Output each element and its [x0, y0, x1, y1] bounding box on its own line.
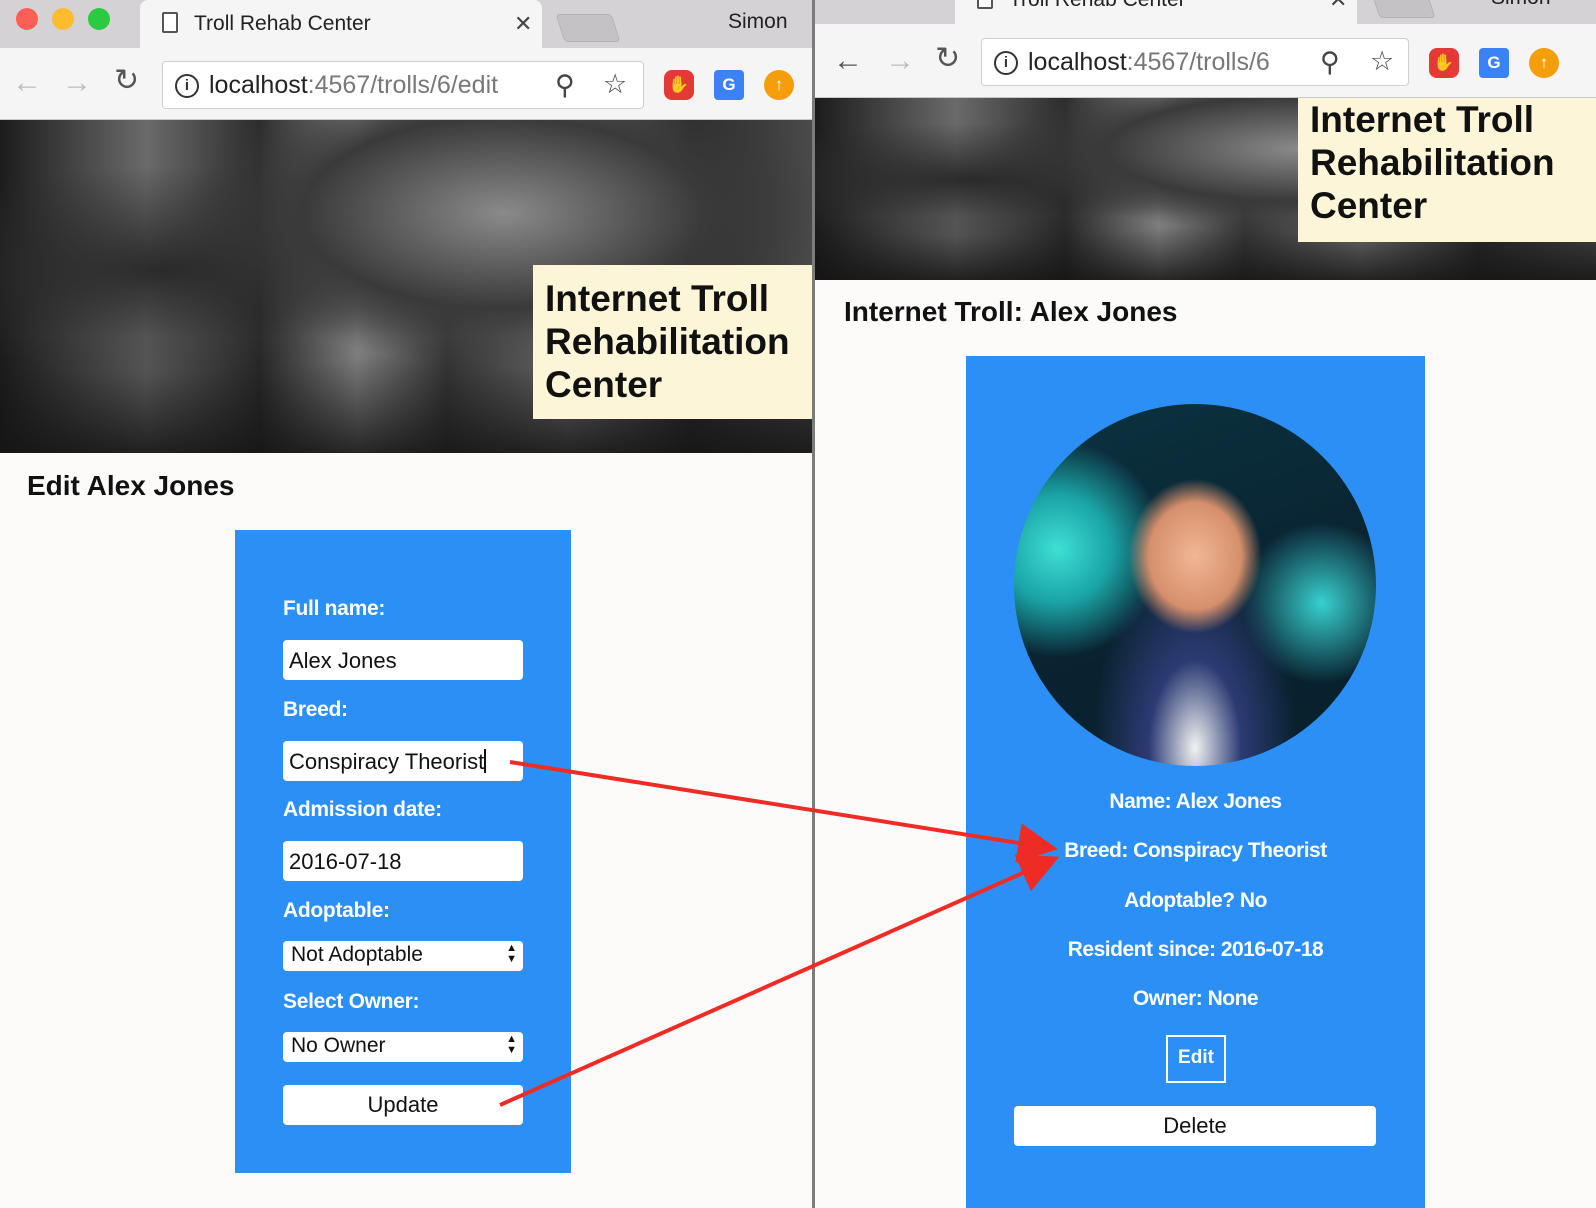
- adoptable-select[interactable]: Not Adoptable ▲ ▼: [283, 941, 523, 971]
- tab-title: Troll Rehab Center: [1009, 0, 1186, 12]
- name-line: Name: Alex Jones: [1109, 790, 1282, 813]
- adoptable-line: Adoptable? No: [1124, 889, 1267, 912]
- select-arrows-icon: ▲ ▼: [506, 942, 517, 965]
- url-text: localhost:4567/trolls/6/edit: [209, 71, 498, 100]
- site-info-icon[interactable]: i: [175, 74, 199, 98]
- page-title: Internet Troll: Alex Jones: [844, 296, 1178, 327]
- update-extension-icon[interactable]: ↑: [1529, 48, 1559, 78]
- tab-title: Troll Rehab Center: [194, 12, 371, 35]
- maximize-window-button[interactable]: [88, 8, 110, 30]
- zoom-icon[interactable]: ⚲: [555, 72, 575, 99]
- back-icon[interactable]: ←: [12, 68, 42, 98]
- resident-since-line: Resident since: 2016-07-18: [1067, 938, 1324, 961]
- tab-strip: Troll Rehab Center ✕ Simon: [815, 0, 1596, 24]
- address-bar[interactable]: i localhost:4567/trolls/6 ⚲ ☆: [981, 38, 1409, 86]
- url-host: localhost: [1028, 48, 1127, 76]
- admission-date-input[interactable]: 2016-07-18: [283, 841, 523, 881]
- new-tab-button[interactable]: [555, 14, 621, 42]
- minimize-window-button[interactable]: [52, 8, 74, 30]
- brand-line-1: Internet Troll: [1310, 99, 1535, 140]
- troll-detail-card: Name: Alex Jones Breed: Conspiracy Theor…: [966, 356, 1425, 1208]
- brand-line-2: Rehabilitation: [1310, 142, 1555, 183]
- owner-select-value: No Owner: [291, 1034, 386, 1057]
- new-tab-button[interactable]: [1370, 0, 1436, 18]
- adblock-extension-icon[interactable]: ✋: [1429, 48, 1459, 78]
- edit-form: Full name: Alex Jones Breed: Conspiracy …: [235, 530, 571, 1173]
- forward-icon[interactable]: →: [62, 68, 92, 98]
- page-title: Edit Alex Jones: [27, 470, 235, 501]
- edit-button[interactable]: Edit: [1166, 1035, 1226, 1083]
- brand-line-3: Center: [1310, 185, 1428, 226]
- tab-troll-rehab[interactable]: Troll Rehab Center ✕: [955, 0, 1357, 24]
- reload-icon[interactable]: ↻: [935, 44, 960, 74]
- full-name-input[interactable]: Alex Jones: [283, 640, 523, 680]
- delete-button[interactable]: Delete: [1014, 1106, 1376, 1146]
- address-bar[interactable]: i localhost:4567/trolls/6/edit ⚲ ☆: [162, 61, 644, 109]
- select-owner-label: Select Owner:: [283, 990, 420, 1013]
- tab-troll-rehab[interactable]: Troll Rehab Center ✕: [140, 0, 542, 48]
- url-path: :4567/trolls/6/edit: [307, 71, 499, 99]
- browser-toolbar: ← → ↻ i localhost:4567/trolls/6/edit ⚲ ☆…: [0, 48, 812, 120]
- breed-input[interactable]: Conspiracy Theorist: [283, 741, 523, 781]
- adblock-extension-icon[interactable]: ✋: [664, 70, 694, 100]
- brand-title: Internet Troll Rehabilitation Center: [1298, 98, 1596, 242]
- profile-name[interactable]: Simon: [1491, 0, 1551, 10]
- edit-window: Troll Rehab Center ✕ Simon ← → ↻ i local…: [0, 0, 812, 1208]
- owner-line: Owner: None: [1132, 987, 1259, 1010]
- brand-title: Internet Troll Rehabilitation Center: [533, 265, 812, 419]
- page-icon: [162, 12, 178, 33]
- admission-date-label: Admission date:: [283, 798, 442, 821]
- translate-extension-icon[interactable]: G: [1479, 48, 1509, 78]
- reload-icon[interactable]: ↻: [114, 66, 139, 96]
- forward-icon[interactable]: →: [885, 46, 915, 76]
- browser-toolbar: ← → ↻ i localhost:4567/trolls/6 ⚲ ☆ ✋ G …: [815, 24, 1596, 98]
- profile-name[interactable]: Simon: [728, 10, 788, 34]
- site-info-icon[interactable]: i: [994, 51, 1018, 75]
- page-icon: [977, 0, 993, 9]
- close-window-button[interactable]: [16, 8, 38, 30]
- url-path: :4567/trolls/6: [1126, 48, 1270, 76]
- adoptable-select-value: Not Adoptable: [291, 943, 423, 966]
- url-host: localhost: [209, 71, 308, 99]
- update-button[interactable]: Update: [283, 1085, 523, 1125]
- bookmark-star-icon[interactable]: ☆: [603, 71, 627, 98]
- show-window: Troll Rehab Center ✕ Simon ← → ↻ i local…: [815, 0, 1596, 1208]
- tab-strip: Troll Rehab Center ✕ Simon: [0, 0, 812, 48]
- brand-line-3: Center: [545, 364, 663, 405]
- select-arrows-icon: ▲ ▼: [506, 1033, 517, 1056]
- troll-avatar: [1014, 404, 1376, 766]
- breed-input-value: Conspiracy Theorist: [289, 749, 485, 774]
- translate-extension-icon[interactable]: G: [714, 70, 744, 100]
- owner-select[interactable]: No Owner ▲ ▼: [283, 1032, 523, 1062]
- text-cursor: [484, 749, 487, 773]
- tab-close-icon[interactable]: ✕: [1329, 0, 1347, 13]
- zoom-icon[interactable]: ⚲: [1320, 49, 1340, 76]
- full-name-label: Full name:: [283, 597, 386, 620]
- update-extension-icon[interactable]: ↑: [764, 70, 794, 100]
- back-icon[interactable]: ←: [833, 46, 863, 76]
- bookmark-star-icon[interactable]: ☆: [1370, 48, 1394, 75]
- breed-line: Breed: Conspiracy Theorist: [1064, 839, 1327, 862]
- url-text: localhost:4567/trolls/6: [1028, 48, 1270, 77]
- tab-close-icon[interactable]: ✕: [514, 11, 532, 37]
- brand-line-2: Rehabilitation: [545, 321, 790, 362]
- brand-line-1: Internet Troll: [545, 278, 770, 319]
- breed-label: Breed:: [283, 698, 348, 721]
- adoptable-label: Adoptable:: [283, 899, 390, 922]
